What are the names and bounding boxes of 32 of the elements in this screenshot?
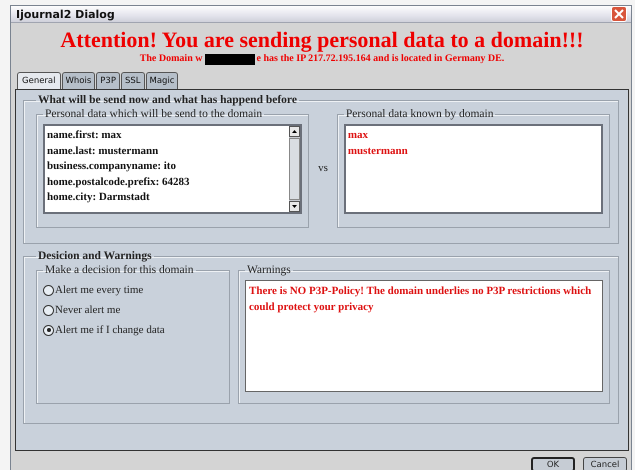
headline: Attention! You are sending personal data to a domain!!! bbox=[59, 27, 585, 53]
group-title: Personal data known by domain bbox=[344, 108, 494, 120]
list-box[interactable]: name.first: max name.last: mustermann business.companyname: ito home.postalcode.prefix: 64283 home.city: Darmstadt bbox=[43, 124, 302, 214]
radio-label[interactable]: Never alert me bbox=[55, 304, 120, 316]
tab[interactable]: SSL bbox=[120, 72, 144, 89]
tab[interactable]: P3P bbox=[96, 72, 120, 89]
dialog-button[interactable]: Cancel bbox=[583, 457, 627, 470]
dialog-button[interactable]: OK bbox=[531, 457, 575, 470]
warning-text: There is NO P3P-Policy! The domain underlies no P3P restrictions which could protect your privacy bbox=[249, 285, 592, 313]
group-title: Warnings bbox=[246, 264, 292, 276]
group-title: Make a decision for this domain bbox=[44, 264, 195, 276]
text-area[interactable]: There is NO P3P-Policy! The domain underlies no P3P restrictions which could protect your privacy bbox=[245, 280, 603, 392]
subtitle-text: e has the IP 217.72.195.164 and is located in Germany DE. bbox=[256, 53, 504, 65]
group-title: Desicion and Warnings bbox=[37, 250, 153, 262]
group-title: Personal data which will be send to the domain bbox=[44, 108, 264, 120]
list-item[interactable]: name.first: max bbox=[47, 128, 288, 144]
vs-label: vs bbox=[318, 162, 328, 174]
list-item[interactable]: mustermann bbox=[348, 144, 599, 159]
tab[interactable]: Magic bbox=[146, 72, 178, 89]
window-title: Ijournal2 Dialog bbox=[16, 8, 115, 20]
list-item[interactable]: business.companyname: ito bbox=[47, 159, 288, 174]
list-item[interactable]: name.last: mustermann bbox=[47, 144, 288, 159]
radio-label[interactable]: Alert me every time bbox=[55, 284, 144, 296]
list-box[interactable]: max mustermann bbox=[344, 124, 603, 214]
group-title: What will be send now and what has happend before bbox=[37, 94, 298, 106]
list-item[interactable]: home.postalcode.prefix: 64283 bbox=[47, 174, 288, 190]
list-item[interactable]: max bbox=[348, 128, 599, 144]
tab[interactable]: Whois bbox=[62, 72, 96, 89]
tab[interactable]: General bbox=[17, 72, 60, 89]
radio-label[interactable]: Alert me if I change data bbox=[55, 324, 165, 336]
list-item[interactable]: home.city: Darmstadt bbox=[47, 190, 288, 206]
subtitle-text: The Domain w bbox=[140, 53, 202, 65]
